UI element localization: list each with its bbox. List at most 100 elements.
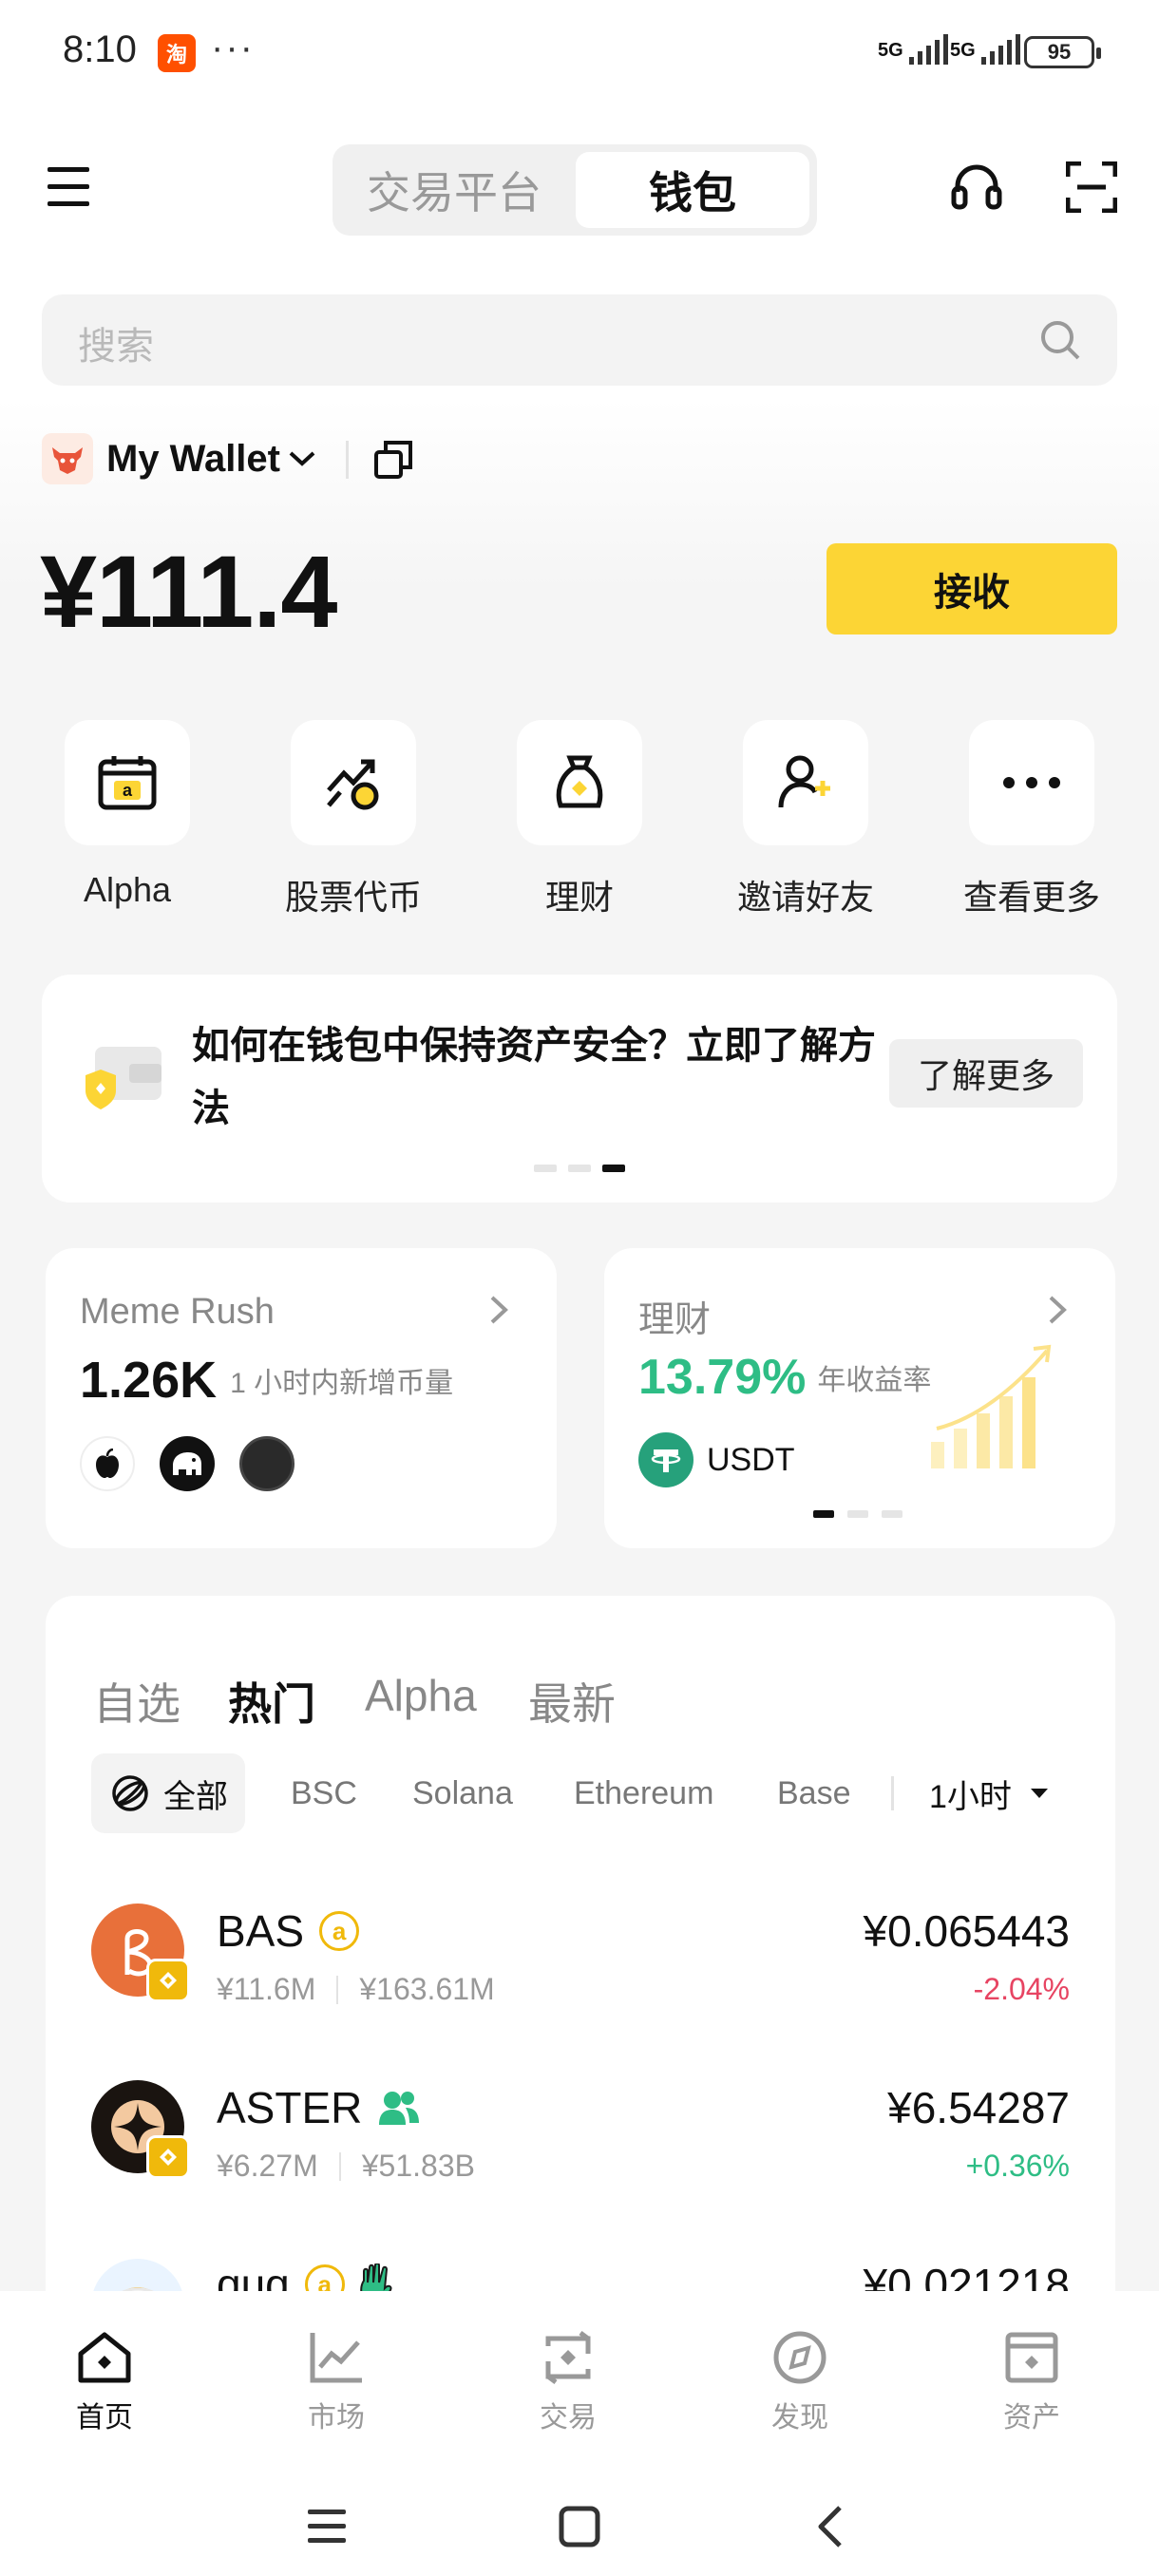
learn-more-button[interactable]: 了解更多	[889, 1039, 1083, 1108]
assets-icon	[1005, 2332, 1058, 2383]
system-recents-icon[interactable]	[306, 2508, 348, 2546]
meme-rush-title: Meme Rush	[80, 1292, 275, 1332]
search-icon[interactable]	[1039, 319, 1081, 361]
chip-solana[interactable]: Solana	[412, 1753, 513, 1833]
header-segment-switch: 交易平台 钱包	[332, 144, 817, 236]
pagination-dot	[882, 1510, 902, 1518]
bottom-nav: 首页 市场 交易 发现 资产	[0, 2291, 1159, 2576]
status-more-icon: ···	[211, 27, 255, 68]
banner-text: 如何在钱包中保持资产安全？立即了解方法	[192, 1025, 876, 1129]
wallet-name: My Wallet	[106, 437, 280, 480]
coin-price: ¥6.54287	[887, 2083, 1070, 2132]
nav-label: 资产	[1003, 2402, 1060, 2434]
chip-bsc[interactable]: BSC	[291, 1753, 357, 1833]
wallet-shield-icon	[82, 1037, 163, 1119]
tab-watchlist[interactable]: 自选	[93, 1670, 180, 1733]
quick-action-invite[interactable]: 邀请好友	[711, 720, 901, 919]
usdt-icon	[638, 1432, 694, 1487]
nav-market[interactable]: 市场	[279, 2329, 393, 2435]
time-filter-dropdown[interactable]: 1小时	[929, 1753, 1050, 1833]
chip-all[interactable]: 全部	[91, 1753, 245, 1833]
earn-apy: 13.79%	[638, 1350, 807, 1405]
invite-friend-icon	[743, 720, 868, 845]
chevron-right-icon	[488, 1294, 509, 1326]
nav-label: 首页	[76, 2402, 133, 2434]
system-back-icon[interactable]	[815, 2504, 844, 2549]
pagination-dot	[568, 1165, 591, 1172]
search-input[interactable]: 搜索	[78, 315, 154, 370]
market-chart-icon	[310, 2333, 362, 2383]
divider	[891, 1776, 894, 1810]
earn-asset-label: USDT	[707, 1441, 795, 1478]
nav-home[interactable]: 首页	[48, 2329, 162, 2435]
nav-assets[interactable]: 资产	[975, 2329, 1089, 2435]
quick-action-earn[interactable]: 理财	[484, 720, 674, 919]
coin-symbol: ASTER	[217, 2083, 363, 2132]
search-bar[interactable]: 搜索	[42, 294, 1117, 386]
quick-action-label: 理财	[544, 878, 614, 917]
menu-icon[interactable]	[48, 165, 89, 209]
nav-trade[interactable]: 交易	[511, 2329, 625, 2435]
wallet-selector[interactable]: My Wallet	[42, 433, 316, 484]
receive-button[interactable]: 接收	[826, 543, 1117, 635]
nav-discover[interactable]: 发现	[743, 2329, 857, 2435]
meme-rush-value: 1.26K	[80, 1352, 218, 1409]
alpha-badge-icon: a	[319, 1911, 360, 1951]
quick-action-label: 股票代币	[284, 878, 422, 917]
earn-card[interactable]: 理财 13.79% 年收益率 USDT	[604, 1248, 1115, 1548]
signal-icon: 5G	[878, 34, 949, 66]
coin-stats: ¥6.27M ¥51.83B	[217, 2149, 475, 2184]
table-row[interactable]: ASTER ¥6.27M ¥51.83B ¥6.54287 +0.36%	[46, 2048, 1115, 2209]
scan-icon[interactable]	[1066, 161, 1117, 213]
nav-label: 市场	[308, 2402, 365, 2434]
battery-icon: 95	[1024, 36, 1101, 68]
security-banner[interactable]: 如何在钱包中保持资产安全？立即了解方法 了解更多	[42, 975, 1117, 1203]
divider	[338, 2151, 341, 2181]
earn-title: 理财	[638, 1300, 712, 1340]
system-home-icon[interactable]	[559, 2506, 600, 2548]
app-root: 8:10 淘 ··· 5G 5G 95 交易平台 钱包 搜索 My Wallet	[0, 0, 1159, 2576]
wallet-avatar-icon	[42, 433, 93, 484]
growth-bars-icon	[927, 1343, 1056, 1470]
segment-exchange[interactable]: 交易平台	[340, 152, 568, 228]
alpha-calendar-icon: a	[65, 720, 190, 845]
headset-icon[interactable]	[950, 161, 1003, 213]
coin-stats: ¥11.6M ¥163.61M	[217, 1972, 495, 2007]
divider	[346, 441, 349, 479]
coin-title: ASTER	[217, 2082, 421, 2133]
tab-alpha[interactable]: Alpha	[365, 1670, 477, 1721]
quick-action-alpha[interactable]: a Alpha	[32, 720, 222, 910]
copy-icon[interactable]	[372, 439, 414, 481]
earn-asset: USDT	[638, 1432, 795, 1487]
community-icon	[379, 2092, 420, 2125]
tab-newest[interactable]: 最新	[528, 1670, 616, 1733]
nav-label: 交易	[540, 2402, 597, 2434]
tab-hot[interactable]: 热门	[228, 1670, 315, 1733]
pagination-dot	[534, 1165, 557, 1172]
chip-label: 全部	[163, 1778, 228, 1815]
taobao-notification-icon: 淘	[158, 34, 196, 72]
coin-change: +0.36%	[965, 2149, 1070, 2183]
bsc-chain-icon	[146, 1959, 190, 2002]
wallet-balance: ¥111.4	[40, 534, 337, 649]
meme-rush-caption: 1 小时内新增币量	[230, 1368, 454, 1399]
caret-down-icon	[1030, 1789, 1048, 1798]
dark-token-icon	[239, 1436, 294, 1491]
chip-base[interactable]: Base	[777, 1753, 851, 1833]
quick-action-stock-token[interactable]: 股票代币	[258, 720, 448, 919]
segment-wallet[interactable]: 钱包	[576, 152, 809, 228]
meme-rush-card[interactable]: Meme Rush 1.26K 1 小时内新增币量	[46, 1248, 557, 1548]
coin-price: ¥0.065443	[863, 1906, 1070, 1956]
quick-action-more[interactable]: 查看更多	[937, 720, 1127, 919]
trade-icon	[545, 2331, 591, 2384]
svg-text:a: a	[123, 781, 133, 800]
nav-label: 发现	[771, 2402, 828, 2434]
table-row[interactable]: BAS a ¥11.6M ¥163.61M ¥0.065443 -2.04%	[46, 1871, 1115, 2033]
pagination-dot-active	[602, 1165, 625, 1172]
coin-mcap: ¥163.61M	[359, 1972, 495, 2006]
chevron-right-icon	[1047, 1294, 1068, 1326]
elephant-token-icon	[160, 1436, 215, 1491]
divider	[336, 1975, 339, 2004]
chevron-down-icon	[289, 451, 315, 466]
chip-ethereum[interactable]: Ethereum	[574, 1753, 713, 1833]
